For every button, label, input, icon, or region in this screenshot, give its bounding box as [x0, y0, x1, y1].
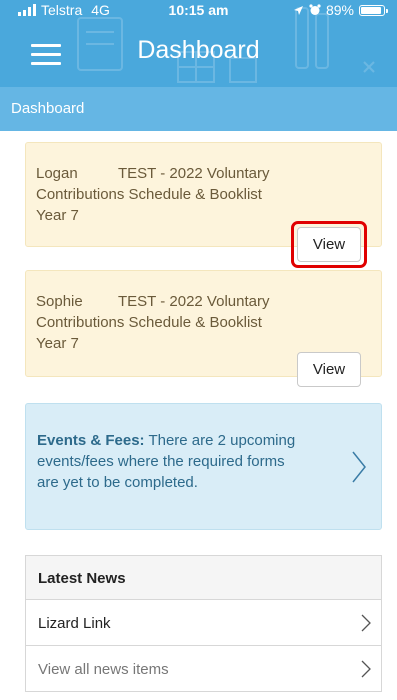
card-year: Year 7 [36, 335, 79, 352]
view-button-sophie[interactable]: View [297, 352, 361, 387]
chevron-right-icon [361, 614, 371, 632]
breadcrumb: Dashboard [0, 87, 397, 131]
student-name: Logan [36, 165, 78, 182]
card-title-line1: TEST - 2022 Voluntary [118, 165, 270, 182]
card-year: Year 7 [36, 207, 79, 224]
app-header: Telstra 4G 10:15 am 89% Dashboard [0, 0, 397, 87]
breadcrumb-label: Dashboard [11, 100, 85, 117]
news-item-lizard-link[interactable]: Lizard Link [26, 600, 381, 646]
phone-screen: Telstra 4G 10:15 am 89% Dashboard Dashbo… [0, 0, 397, 700]
news-item-label: Lizard Link [38, 615, 111, 632]
chevron-right-icon [352, 451, 366, 483]
card-title-line1: TEST - 2022 Voluntary [118, 293, 270, 310]
card-title-line2: Contributions Schedule & Booklist [36, 186, 262, 203]
student-name: Sophie [36, 293, 83, 310]
page-title: Dashboard [137, 36, 260, 64]
news-item-label: View all news items [38, 661, 169, 678]
news-item-view-all[interactable]: View all news items [26, 646, 381, 692]
highlight-box [291, 221, 367, 268]
battery-icon [359, 4, 388, 16]
events-text: Events & Fees: There are 2 upcoming even… [37, 430, 297, 493]
card-text: Sophie TEST - 2022 Voluntary Contribution… [36, 291, 366, 354]
events-heading: Events & Fees: [37, 432, 145, 449]
battery-percent: 89% [325, 2, 354, 18]
alarm-icon [309, 4, 321, 15]
latest-news-panel: Latest News Lizard Link View all news it… [25, 555, 382, 692]
events-fees-panel[interactable]: Events & Fees: There are 2 upcoming even… [25, 403, 382, 530]
status-bar: Telstra 4G 10:15 am 89% [0, 0, 397, 22]
card-text: Logan TEST - 2022 Voluntary Contributions… [36, 163, 366, 226]
chevron-right-icon [361, 660, 371, 678]
location-icon [293, 5, 303, 15]
news-heading: Latest News [26, 556, 381, 600]
card-title-line2: Contributions Schedule & Booklist [36, 314, 262, 331]
